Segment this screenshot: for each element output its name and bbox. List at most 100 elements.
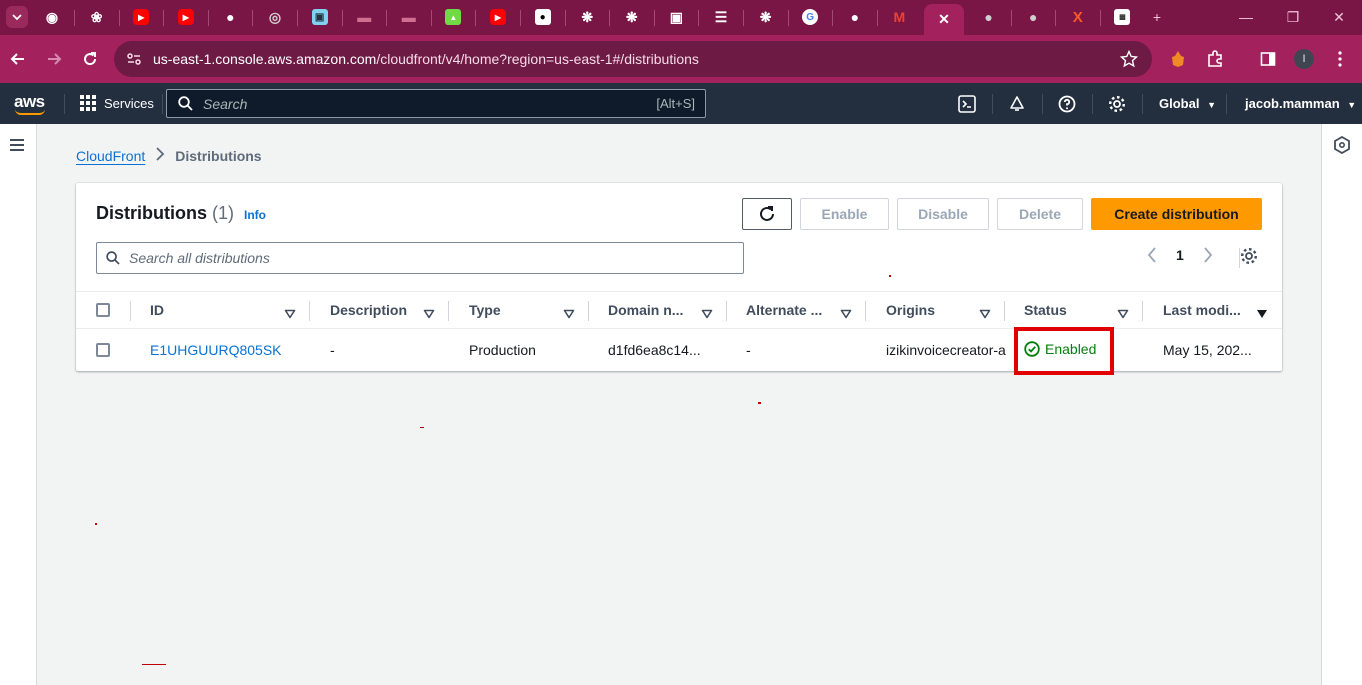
column-divider[interactable]	[865, 301, 866, 321]
sort-caret-icon[interactable]	[701, 306, 713, 324]
search-placeholder: Search	[203, 96, 248, 112]
column-header[interactable]: Domain n...	[608, 302, 683, 318]
browser-tab[interactable]: M	[879, 4, 919, 30]
browser-tab[interactable]: ●	[210, 4, 250, 30]
column-divider[interactable]	[448, 301, 449, 321]
column-header[interactable]: Description	[330, 302, 407, 318]
browser-tab[interactable]: G	[790, 4, 830, 30]
browser-tab[interactable]: ▩	[1102, 4, 1142, 30]
region-label: Global	[1159, 96, 1200, 111]
browser-tab[interactable]: ▶	[478, 4, 518, 30]
extensions-puzzle-icon[interactable]	[1204, 48, 1226, 70]
sort-caret-icon[interactable]	[840, 306, 852, 324]
minimize-icon[interactable]: —	[1223, 6, 1269, 28]
reload-icon[interactable]	[79, 48, 101, 70]
cell-last-modified: May 15, 202...	[1163, 342, 1252, 358]
column-header[interactable]: Last modi...	[1163, 302, 1241, 318]
browser-tab[interactable]: ▬	[389, 4, 429, 30]
close-window-icon[interactable]: ✕	[1316, 6, 1362, 28]
x-icon: X	[1072, 8, 1083, 26]
distributions-search-input[interactable]: Search all distributions	[96, 242, 744, 274]
sort-caret-icon[interactable]	[1256, 306, 1268, 324]
extension-fox-icon[interactable]	[1167, 48, 1189, 70]
browser-tab[interactable]: ☰	[701, 4, 741, 30]
column-divider[interactable]	[588, 301, 589, 321]
column-divider[interactable]	[309, 301, 310, 321]
browser-tab-strip: + — ❐ ✕ ◉ ❀ ▶ ▶ ● ◎ ▣ ▬ ▬ ▲ ▶ ● ❋ ❋ ▣ ☰ ❋ G ● M ✕ ● ● X ▩	[0, 0, 1362, 35]
column-header[interactable]: Type	[469, 302, 501, 318]
browser-tab[interactable]: ▣	[656, 4, 696, 30]
preferences-gear-icon[interactable]	[1240, 247, 1258, 268]
hamburger-menu-icon[interactable]	[9, 138, 25, 157]
browser-tab[interactable]: ▶	[121, 4, 161, 30]
sort-caret-icon[interactable]	[284, 306, 296, 324]
notifications-bell-icon[interactable]	[1006, 93, 1028, 115]
chevron-right-icon	[155, 147, 165, 164]
openai-icon: ❋	[581, 8, 594, 25]
cloudshell-icon[interactable]	[956, 93, 978, 115]
page-number[interactable]: 1	[1176, 247, 1184, 263]
column-header[interactable]: ID	[150, 302, 164, 318]
column-header[interactable]: Alternate ...	[746, 302, 822, 318]
browser-tab[interactable]: ❋	[746, 4, 786, 30]
next-page-icon[interactable]	[1203, 247, 1213, 266]
tab-separator	[520, 10, 521, 26]
site-settings-icon[interactable]	[126, 51, 142, 72]
search-icon	[178, 96, 193, 116]
browser-tab[interactable]: ❋	[612, 4, 652, 30]
breadcrumb-cloudfront-link[interactable]: CloudFront	[76, 148, 145, 164]
browser-tab-active[interactable]: ✕	[924, 4, 964, 35]
profile-avatar[interactable]: I	[1294, 49, 1314, 69]
aws-search-input[interactable]: Search [Alt+S]	[166, 89, 706, 118]
sort-caret-icon[interactable]	[563, 306, 575, 324]
browser-tab[interactable]: ▣	[300, 4, 340, 30]
browser-tab[interactable]: ▶	[166, 4, 206, 30]
services-menu-button[interactable]: Services	[80, 95, 154, 111]
browser-tab[interactable]: ●	[835, 4, 875, 30]
account-menu[interactable]: jacob.mamman ▼	[1245, 96, 1356, 111]
browser-menu-icon[interactable]	[1329, 48, 1351, 70]
select-all-checkbox[interactable]	[96, 303, 110, 317]
tab-search-icon[interactable]	[6, 6, 28, 28]
sort-caret-icon[interactable]	[423, 306, 435, 324]
globe-icon: ●	[984, 9, 993, 25]
browser-tab[interactable]: ❋	[567, 4, 607, 30]
restore-icon[interactable]: ❐	[1270, 6, 1316, 28]
browser-tab[interactable]: ▬	[344, 4, 384, 30]
region-selector[interactable]: Global ▼	[1159, 96, 1216, 111]
cube-help-icon[interactable]	[1334, 135, 1350, 159]
browser-tab[interactable]: ●	[1013, 4, 1053, 30]
refresh-button[interactable]	[742, 198, 792, 230]
back-icon[interactable]	[7, 48, 29, 70]
bookmark-star-icon[interactable]	[1119, 49, 1139, 73]
nav-divider	[1142, 94, 1143, 114]
settings-gear-icon[interactable]	[1106, 93, 1128, 115]
previous-page-icon[interactable]	[1147, 247, 1157, 266]
column-divider[interactable]	[726, 301, 727, 321]
side-panel-icon[interactable]	[1257, 48, 1279, 70]
row-checkbox[interactable]	[96, 343, 110, 357]
forward-icon[interactable]	[43, 48, 65, 70]
browser-tab[interactable]: ●	[523, 4, 563, 30]
breadcrumb: CloudFront Distributions	[76, 147, 262, 164]
browser-tab[interactable]: ❀	[77, 4, 117, 30]
browser-tab[interactable]: ▲	[433, 4, 473, 30]
disable-button[interactable]: Disable	[897, 198, 989, 230]
create-distribution-button[interactable]: Create distribution	[1091, 198, 1262, 230]
column-header[interactable]: Origins	[886, 302, 935, 318]
delete-button[interactable]: Delete	[997, 198, 1083, 230]
column-header[interactable]: Status	[1024, 302, 1067, 318]
sort-caret-icon[interactable]	[979, 306, 991, 324]
browser-tab[interactable]: ●	[969, 4, 1009, 30]
enable-button[interactable]: Enable	[800, 198, 889, 230]
browser-tab[interactable]: ◎	[255, 4, 295, 30]
sort-caret-icon[interactable]	[1117, 306, 1129, 324]
column-divider[interactable]	[1004, 301, 1005, 321]
column-divider[interactable]	[1142, 301, 1143, 321]
address-bar[interactable]: us-east-1.console.aws.amazon.com/cloudfr…	[114, 41, 1152, 77]
browser-tab[interactable]: ◉	[32, 4, 72, 30]
distribution-id-link[interactable]: E1UHGUURQ805SK	[150, 342, 282, 358]
info-link[interactable]: Info	[244, 208, 266, 222]
help-icon[interactable]	[1056, 93, 1078, 115]
browser-tab[interactable]: X	[1058, 4, 1098, 30]
